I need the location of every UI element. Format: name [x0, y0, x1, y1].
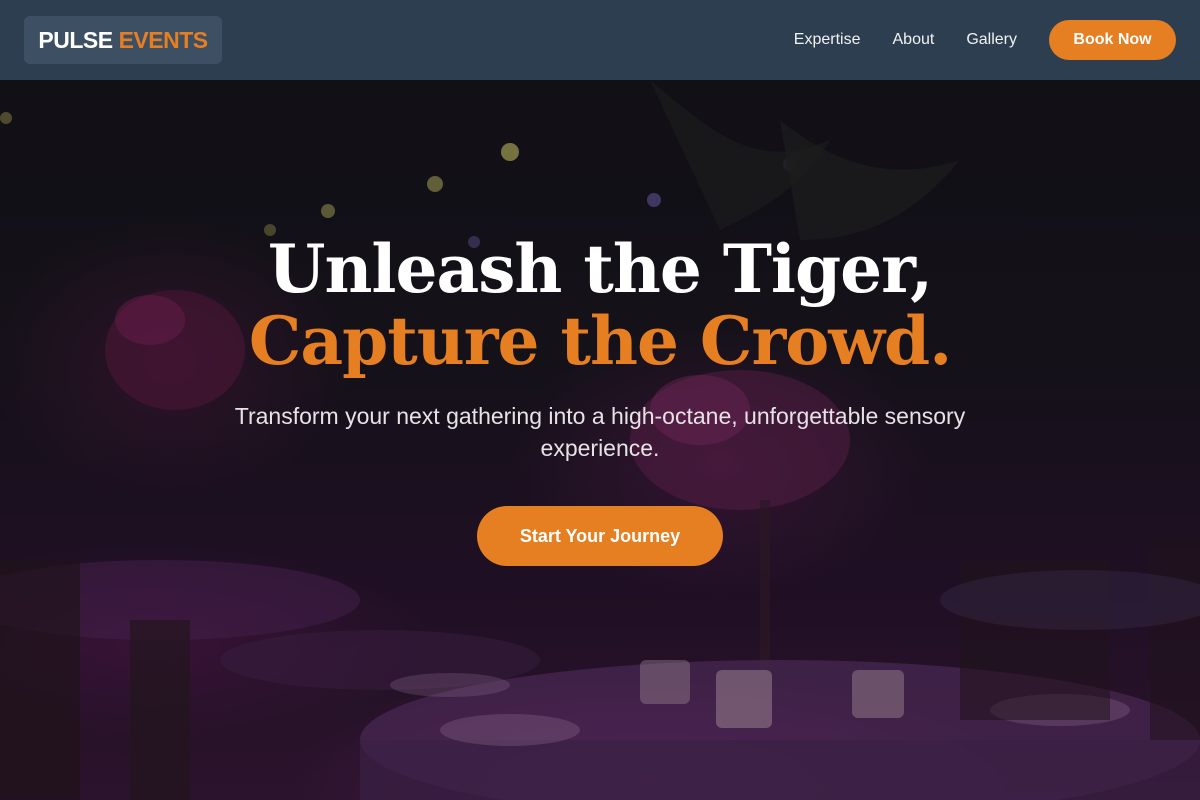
- book-now-button[interactable]: Book Now: [1049, 20, 1176, 60]
- hero-headline-line1: Unleash the Tiger,: [267, 230, 933, 308]
- nav-link-gallery[interactable]: Gallery: [966, 31, 1017, 49]
- hero-subtitle: Transform your next gathering into a hig…: [234, 403, 966, 461]
- nav-links: Expertise About Gallery Book Now: [794, 20, 1176, 60]
- page: PULSE EVENTS Expertise About Gallery Boo…: [0, 0, 1200, 800]
- hero-headline-line2: Capture the Crowd.: [248, 302, 952, 380]
- navbar: PULSE EVENTS Expertise About Gallery Boo…: [0, 0, 1200, 80]
- start-journey-button[interactable]: Start Your Journey: [477, 506, 723, 566]
- nav-link-expertise[interactable]: Expertise: [794, 31, 861, 49]
- brand-logo[interactable]: PULSE EVENTS: [24, 16, 222, 64]
- brand-name-part1: PULSE: [38, 26, 113, 53]
- nav-link-about[interactable]: About: [893, 31, 935, 49]
- brand-name-part2: EVENTS: [118, 26, 209, 53]
